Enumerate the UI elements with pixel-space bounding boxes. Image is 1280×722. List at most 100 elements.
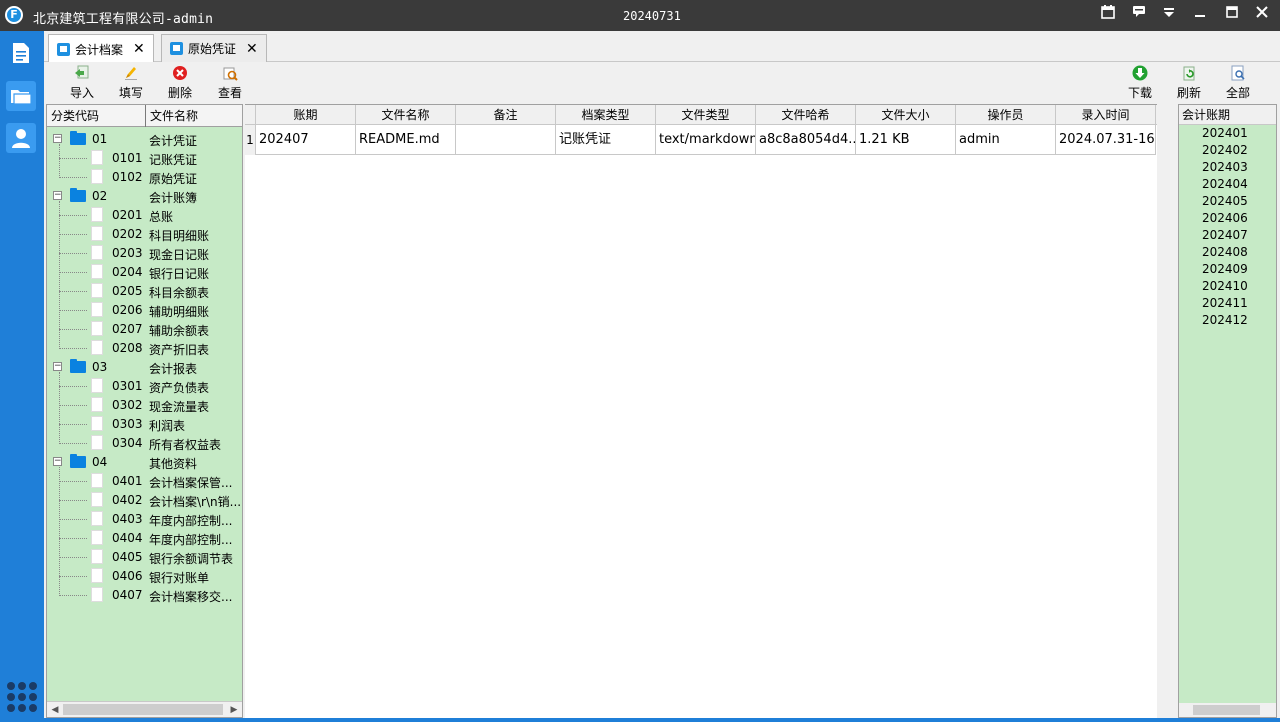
close-tab-icon[interactable]: ✕ (133, 41, 145, 57)
column-header[interactable]: 账期 (256, 105, 356, 125)
table-cell[interactable]: 2024.07.31-16... (1056, 125, 1156, 155)
tree-item-row[interactable]: 0206 辅助明细账 (47, 301, 242, 320)
column-header[interactable]: 备注 (456, 105, 556, 125)
column-header[interactable]: 文件大小 (856, 105, 956, 125)
tree-item-row[interactable]: 0407 会计档案移交... (47, 586, 242, 605)
tree-node-code: 0203 (112, 246, 143, 260)
table-cell[interactable]: a8c8a8054d4... (756, 125, 856, 155)
close-window-icon[interactable] (1251, 5, 1273, 25)
tree-header-code[interactable]: 分类代码 (47, 105, 146, 127)
grid-vertical-scrollbar[interactable] (1157, 104, 1176, 718)
tree-item-row[interactable]: 0208 资产折旧表 (47, 339, 242, 358)
document-nav-button[interactable] (6, 38, 36, 68)
tree-item-row[interactable]: 0404 年度内部控制... (47, 529, 242, 548)
column-header[interactable]: 文件哈希 (756, 105, 856, 125)
tree-item-row[interactable]: 0201 总账 (47, 206, 242, 225)
period-item[interactable]: 202402 (1179, 142, 1276, 159)
show-all-button[interactable]: 全部 (1218, 65, 1258, 101)
tree-item-row[interactable]: 0405 银行余额调节表 (47, 548, 242, 567)
period-item[interactable]: 202407 (1179, 227, 1276, 244)
tree-item-row[interactable]: 0302 现金流量表 (47, 396, 242, 415)
import-button[interactable]: 导入 (62, 65, 102, 101)
scrollbar-thumb[interactable] (63, 704, 223, 715)
tree-item-row[interactable]: 0203 现金日记账 (47, 244, 242, 263)
column-header[interactable]: 操作员 (956, 105, 1056, 125)
apps-grid-icon[interactable] (7, 682, 37, 712)
tree-item-row[interactable]: 0207 辅助余额表 (47, 320, 242, 339)
column-header[interactable]: 文件类型 (656, 105, 756, 125)
fill-button[interactable]: 填写 (111, 65, 151, 101)
tree-item-row[interactable]: 0303 利润表 (47, 415, 242, 434)
table-cell[interactable]: 记账凭证 (556, 125, 656, 155)
collapse-toggle-icon[interactable]: − (53, 134, 62, 143)
view-button[interactable]: 查看 (210, 65, 250, 101)
row-number[interactable]: 1 (245, 125, 256, 155)
table-cell[interactable]: 202407 (256, 125, 356, 155)
delete-button[interactable]: 删除 (160, 65, 200, 101)
period-item[interactable]: 202405 (1179, 193, 1276, 210)
tab-original-voucher[interactable]: 原始凭证 ✕ (161, 34, 267, 62)
file-icon (91, 435, 103, 450)
tree-item-row[interactable]: 0402 会计档案\r\n销... (47, 491, 242, 510)
collapse-toggle-icon[interactable]: − (53, 191, 62, 200)
period-item[interactable]: 202404 (1179, 176, 1276, 193)
tree-item-row[interactable]: 0301 资产负债表 (47, 377, 242, 396)
download-button[interactable]: 下载 (1120, 65, 1160, 101)
table-cell[interactable]: text/markdown (656, 125, 756, 155)
tree-item-row[interactable]: 0403 年度内部控制... (47, 510, 242, 529)
period-item[interactable]: 202409 (1179, 261, 1276, 278)
table-cell[interactable]: 1.21 KB (856, 125, 956, 155)
period-item[interactable]: 202410 (1179, 278, 1276, 295)
tree-node-code: 0205 (112, 284, 143, 298)
refresh-button[interactable]: 刷新 (1169, 65, 1209, 101)
tree-item-row[interactable]: 0406 银行对账单 (47, 567, 242, 586)
table-cell[interactable] (456, 125, 556, 155)
tree-item-row[interactable]: 0101 记账凭证 (47, 149, 242, 168)
tree-category-row[interactable]: − 02 会计账簿 (47, 187, 242, 206)
calendar-icon[interactable] (1097, 5, 1119, 25)
minimize-icon[interactable] (1189, 5, 1211, 25)
tree-node-code: 0403 (112, 512, 143, 526)
period-item[interactable]: 202406 (1179, 210, 1276, 227)
tree-item-row[interactable]: 0304 所有者权益表 (47, 434, 242, 453)
period-item[interactable]: 202408 (1179, 244, 1276, 261)
tree-connector (59, 144, 60, 178)
tree-header-name[interactable]: 文件名称 (146, 105, 242, 127)
tree-item-row[interactable]: 0205 科目余额表 (47, 282, 242, 301)
tab-accounting-archive[interactable]: 会计档案 ✕ (48, 34, 154, 63)
tree-category-row[interactable]: − 04 其他资料 (47, 453, 242, 472)
table-cell[interactable]: README.md (356, 125, 456, 155)
period-horizontal-scrollbar[interactable] (1179, 703, 1276, 717)
column-header[interactable]: 档案类型 (556, 105, 656, 125)
file-icon (91, 378, 103, 393)
scrollbar-thumb[interactable] (1193, 705, 1260, 715)
tree-category-row[interactable]: − 03 会计报表 (47, 358, 242, 377)
tree-item-row[interactable]: 0204 银行日记账 (47, 263, 242, 282)
tree-item-row[interactable]: 0401 会计档案保管... (47, 472, 242, 491)
tree-category-row[interactable]: − 01 会计凭证 (47, 130, 242, 149)
collapse-toggle-icon[interactable]: − (53, 457, 62, 466)
tree-item-row[interactable]: 0102 原始凭证 (47, 168, 242, 187)
folder-nav-button[interactable] (6, 81, 36, 111)
period-item[interactable]: 202411 (1179, 295, 1276, 312)
table-cell[interactable]: admin (956, 125, 1056, 155)
maximize-icon[interactable] (1221, 5, 1243, 25)
tree-item-row[interactable]: 0202 科目明细账 (47, 225, 242, 244)
close-tab-icon[interactable]: ✕ (246, 41, 258, 57)
user-nav-button[interactable] (6, 123, 36, 153)
dropdown-menu-icon[interactable] (1158, 5, 1180, 25)
period-item[interactable]: 202412 (1179, 312, 1276, 329)
period-item[interactable]: 202403 (1179, 159, 1276, 176)
scroll-right-arrow-icon[interactable]: ▶ (226, 702, 242, 717)
period-list: 202401 202402 202403 202404 202405 202406 2024… (1179, 125, 1276, 329)
scroll-left-arrow-icon[interactable]: ◀ (47, 702, 63, 717)
tree-horizontal-scrollbar[interactable]: ◀ ▶ (47, 701, 242, 717)
tree-connector (59, 405, 87, 406)
collapse-toggle-icon[interactable]: − (53, 362, 62, 371)
period-item[interactable]: 202401 (1179, 125, 1276, 142)
column-header[interactable]: 文件名称 (356, 105, 456, 125)
message-icon[interactable] (1128, 5, 1150, 25)
column-header[interactable]: 录入时间 (1056, 105, 1156, 125)
voucher-tab-icon (170, 42, 183, 55)
tree-node-name: 年度内部控制... (149, 514, 233, 528)
